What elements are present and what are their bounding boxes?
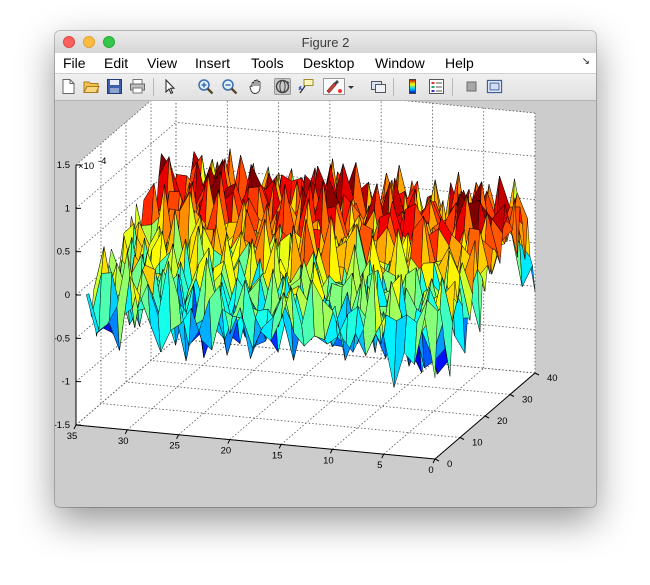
zoom-out-icon[interactable] [221,78,238,95]
show-plot-tools-icon[interactable] [486,78,503,95]
menu-desktop[interactable]: Desktop [303,55,354,71]
z-tick-label: 1 [65,203,70,214]
save-icon[interactable] [106,78,123,95]
figure-toolbar [55,74,596,101]
menu-bar: File Edit View Insert Tools Desktop Wind… [55,53,596,74]
x-tick [432,458,436,464]
x-tick-label: 30 [118,436,129,447]
y-tick [509,394,515,397]
figure-window: Figure 2 File Edit View Insert Tools Des… [55,31,596,507]
menu-view[interactable]: View [147,55,177,71]
window-title: Figure 2 [301,35,350,50]
exponent-power: -4 [98,156,106,167]
x-tick [381,453,385,459]
rotate-3d-icon[interactable] [274,78,291,95]
chevron-down-icon[interactable] [347,78,355,95]
y-tick [484,415,490,419]
brush-icon[interactable] [323,78,345,95]
plot-area[interactable]: -1.5 -1 -0.5 0 0.5 1 1.5 ×10 -4 35 30 25 20 15 10 5 0 0 10… [55,101,596,507]
zoom-in-icon[interactable] [197,78,214,95]
pan-icon[interactable] [248,78,265,95]
z-tick-label: 0 [65,290,70,301]
x-tick [329,449,333,454]
insert-colorbar-icon[interactable] [404,78,421,95]
x-tick [124,429,128,435]
y-tick-label: 30 [522,395,533,406]
x-tick-label: 10 [323,455,334,466]
toolbar-separator [393,78,394,96]
toolbar-separator [452,78,453,96]
menu-edit[interactable]: Edit [104,55,128,71]
print-icon[interactable] [129,78,146,95]
y-tick [434,458,440,462]
y-tick-label: 40 [547,373,558,384]
y-tick-label: 0 [447,459,452,470]
new-figure-icon[interactable] [60,78,77,95]
y-tick-label: 20 [497,416,508,427]
menu-tools[interactable]: Tools [251,55,284,71]
x-tick-label: 20 [221,446,232,457]
x-tick [176,434,180,439]
z-tick-label: -0.5 [55,333,70,344]
exponent-label: ×10 [78,161,94,172]
menu-file[interactable]: File [63,55,86,71]
y-tick [459,437,465,440]
link-plot-icon[interactable] [370,78,387,95]
pointer-icon[interactable] [161,78,178,95]
menu-insert[interactable]: Insert [195,55,230,71]
open-file-icon[interactable] [83,78,100,95]
x-tick [278,444,282,449]
z-tick-label: 0.5 [57,247,70,258]
insert-legend-icon[interactable] [428,78,445,95]
x-tick-label: 35 [67,431,78,442]
menu-window[interactable]: Window [375,55,425,71]
x-tick [227,439,231,444]
surface-plot[interactable]: -1.5 -1 -0.5 0 0.5 1 1.5 ×10 -4 35 30 25 20 15 10 5 0 0 10… [55,101,596,507]
y-tick [534,372,540,376]
y-tick-label: 10 [472,438,483,449]
z-tick-label: -1 [62,377,70,388]
toolbar-separator [153,78,154,96]
z-tick-label: 1.5 [57,160,70,171]
z-tick-label: -1.5 [55,420,70,431]
menu-help[interactable]: Help [445,55,474,71]
data-cursor-icon[interactable] [298,78,315,95]
dock-arrow-icon[interactable]: ↘ [582,56,590,67]
x-tick-label: 15 [272,450,283,461]
x-tick [73,424,77,430]
x-tick-label: 25 [169,441,180,452]
hide-plot-tools-icon[interactable] [463,78,480,95]
x-tick-label: 5 [377,460,382,471]
title-bar[interactable]: Figure 2 [55,31,596,54]
x-tick-label: 0 [428,465,433,476]
